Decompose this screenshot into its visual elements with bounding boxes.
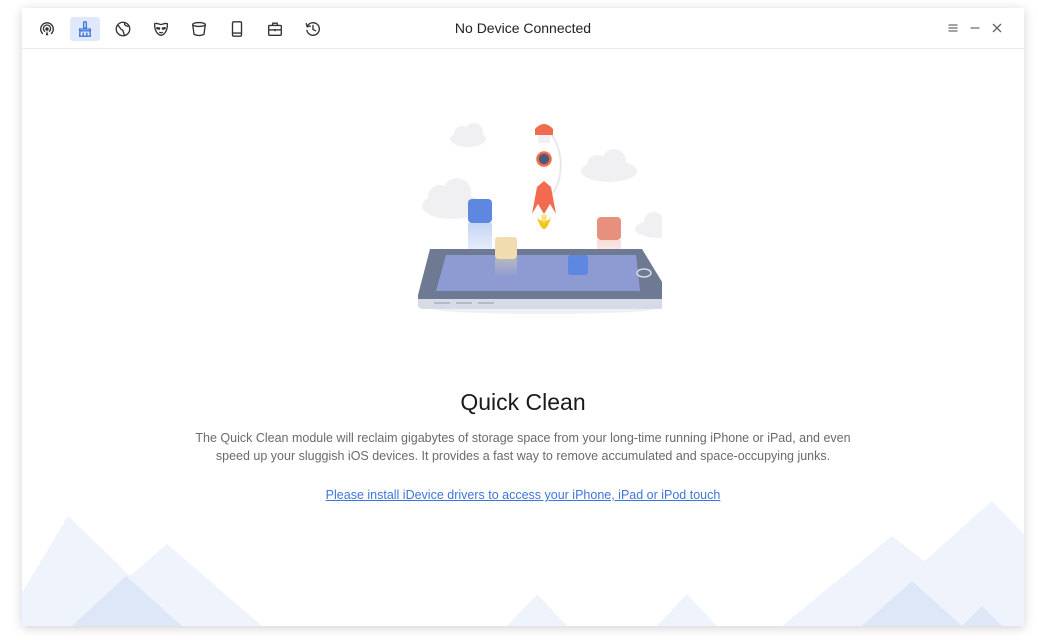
install-drivers-link[interactable]: Please install iDevice drivers to access… xyxy=(22,488,1024,502)
feature-description: The Quick Clean module will reclaim giga… xyxy=(195,431,851,463)
menu-button[interactable] xyxy=(944,19,962,37)
close-icon xyxy=(992,23,1002,33)
main-content: Quick Clean The Quick Clean module will … xyxy=(22,49,1024,626)
minimize-icon xyxy=(970,27,980,29)
window-title: No Device Connected xyxy=(454,20,592,36)
feature-title: Quick Clean xyxy=(460,389,586,415)
install-drivers-link-text[interactable]: Please install iDevice drivers to access… xyxy=(326,488,721,502)
quick-clean-illustration xyxy=(417,123,662,314)
menu-icon xyxy=(948,24,958,32)
minimize-button[interactable] xyxy=(966,19,984,37)
close-button[interactable] xyxy=(988,19,1006,37)
app-window: No Device Connected Quick Clean The Quic… xyxy=(22,8,1024,626)
title-bar: No Device Connected xyxy=(22,8,1024,49)
background-mountains xyxy=(22,501,1024,626)
